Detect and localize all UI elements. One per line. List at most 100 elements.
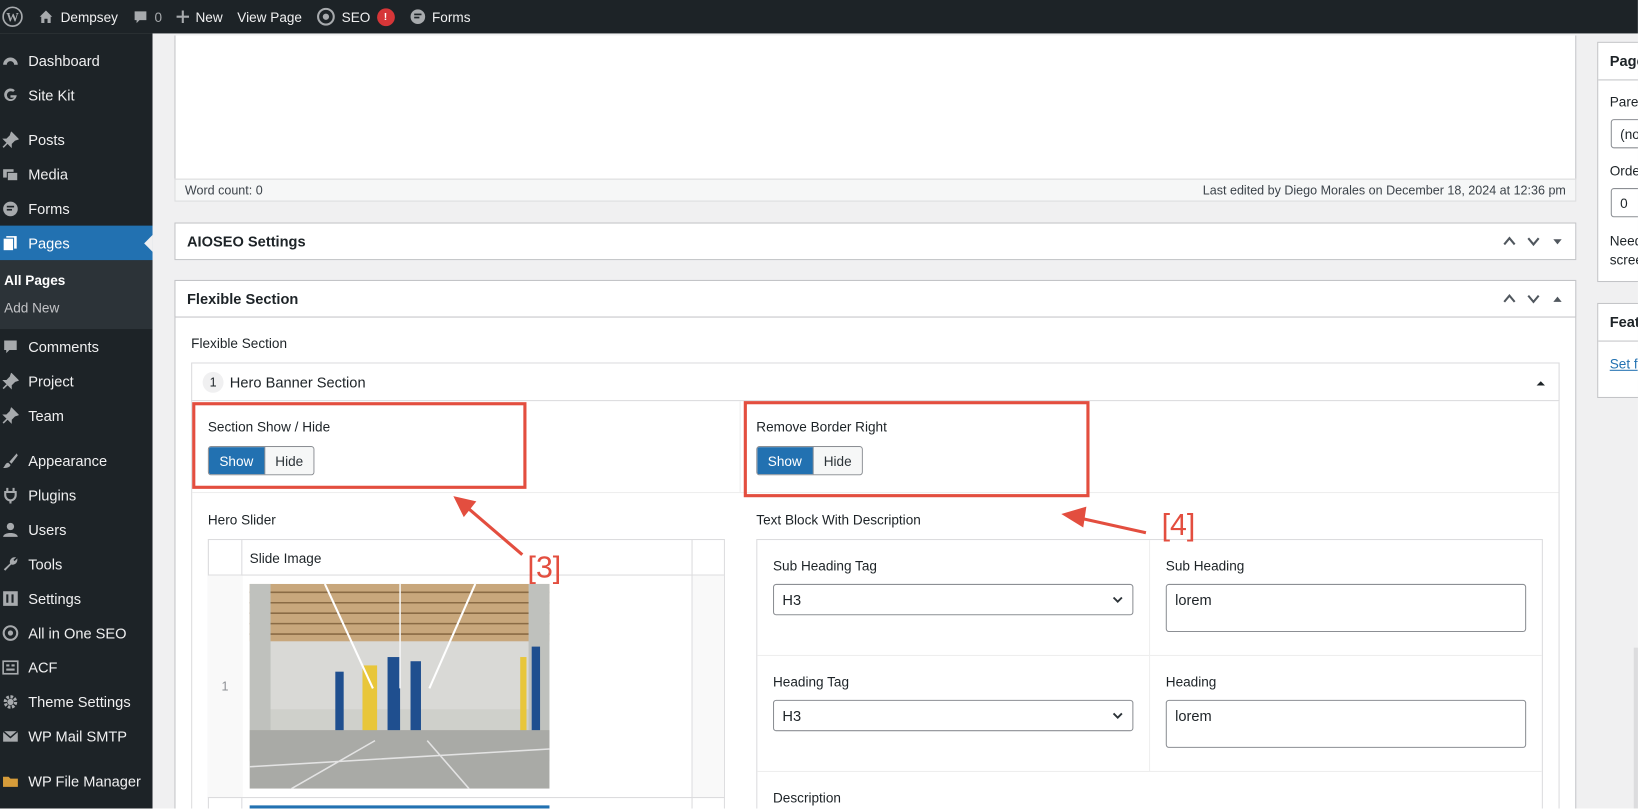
- toggle-panel-icon[interactable]: [1550, 234, 1565, 249]
- sidebar-item-comments[interactable]: Comments: [0, 329, 153, 363]
- seo-label: SEO: [341, 8, 371, 25]
- view-page-label: View Page: [237, 8, 302, 25]
- flexible-box-title: Flexible Section: [186, 290, 299, 308]
- set-featured-image-link[interactable]: Set f: [1610, 356, 1638, 372]
- collapse-layout-icon[interactable]: [1536, 378, 1546, 388]
- sidebar-item-label: Posts: [28, 131, 65, 148]
- help-text-line: Need: [1609, 232, 1638, 249]
- move-up-icon[interactable]: [1502, 291, 1517, 306]
- order-label: Orde: [1609, 162, 1638, 179]
- sidebar-item-plugins[interactable]: Plugins: [0, 477, 153, 511]
- sidebar-item-wp-mail-smtp[interactable]: WP Mail SMTP: [0, 719, 153, 753]
- repeater-row-index[interactable]: 1: [221, 679, 228, 694]
- slide-image-thumbnail[interactable]: [249, 583, 550, 789]
- heading-textarea[interactable]: lorem: [1165, 699, 1527, 748]
- comment-icon: [134, 10, 147, 23]
- flexible-section-box-header[interactable]: Flexible Section: [174, 279, 1577, 318]
- forms-icon: [2, 201, 19, 218]
- sidebar-item-label: Forms: [28, 200, 70, 217]
- submenu-add-new[interactable]: Add New: [0, 294, 153, 321]
- comment-icon: [2, 338, 19, 355]
- pin-icon: [2, 131, 19, 149]
- heading-tag-select[interactable]: H3: [773, 699, 1134, 732]
- sidebar-item-acf[interactable]: ACF: [0, 650, 153, 684]
- google-icon: [2, 87, 19, 104]
- sidebar-item-project[interactable]: Project: [0, 364, 153, 398]
- view-page-link[interactable]: View Page: [237, 0, 302, 33]
- comments-link[interactable]: 0: [133, 0, 162, 33]
- comments-count: 0: [154, 8, 163, 25]
- sidebar-item-label: Dashboard: [28, 51, 100, 69]
- dashboard-icon: [2, 52, 19, 69]
- flexible-box-controls: [1502, 291, 1565, 306]
- chevron-down-icon: [1112, 712, 1123, 719]
- sidebar-item-appearance[interactable]: Appearance: [0, 443, 153, 477]
- description-label: Description: [773, 789, 841, 806]
- sidebar-item-tools[interactable]: Tools: [0, 546, 153, 580]
- chevron-down-icon: [1112, 596, 1123, 604]
- site-name: Dempsey: [60, 8, 118, 25]
- help-text-line: scree: [1609, 251, 1638, 268]
- annotation-box-3: [192, 402, 527, 489]
- sidebar-item-label: Comments: [28, 337, 99, 355]
- order-input[interactable]: 0: [1610, 188, 1638, 218]
- site-name-link[interactable]: Dempsey: [38, 0, 118, 33]
- flexible-field-label: Flexible Section: [191, 335, 288, 351]
- submenu-all-pages[interactable]: All Pages: [0, 266, 153, 293]
- sidebar-item-label: Media: [28, 165, 69, 183]
- sub-heading-textarea[interactable]: lorem: [1165, 583, 1527, 632]
- sidebar-item-pages[interactable]: Pages: [0, 225, 153, 261]
- sidebar-item-posts[interactable]: Posts: [0, 122, 153, 156]
- hero-slider-label: Hero Slider: [207, 511, 276, 528]
- mail-icon: [2, 728, 19, 745]
- layout-order-badge[interactable]: 1: [202, 371, 224, 393]
- next-slide-thumbnail[interactable]: [249, 805, 550, 809]
- layout-header[interactable]: 1 Hero Banner Section: [191, 362, 1560, 402]
- toggle-panel-icon[interactable]: [1550, 291, 1565, 306]
- group-row-divider: [757, 770, 1542, 772]
- parent-select[interactable]: (no: [1610, 119, 1638, 149]
- sidebar-item-label: Theme Settings: [28, 693, 131, 710]
- wordpress-logo-icon[interactable]: W: [2, 0, 23, 33]
- pages-icon: [2, 235, 19, 252]
- sidebar-item-wp-file-manager[interactable]: WP File Manager: [0, 764, 153, 798]
- sidebar-item-media[interactable]: Media: [0, 157, 153, 191]
- sidebar-item-users[interactable]: Users: [0, 512, 153, 546]
- sidebar-item-label: ACF: [28, 658, 58, 676]
- seo-menu[interactable]: SEO !: [317, 0, 395, 33]
- pin-icon: [2, 372, 19, 390]
- sub-heading-value: lorem: [1175, 591, 1212, 608]
- sidebar-item-all-in-one-seo[interactable]: All in One SEO: [0, 615, 153, 649]
- aioseo-icon: [2, 625, 19, 642]
- aioseo-settings-box[interactable]: AIOSEO Settings: [174, 222, 1577, 261]
- sub-heading-tag-select[interactable]: H3: [773, 583, 1134, 616]
- sidebar-item-site-kit[interactable]: Site Kit: [0, 77, 153, 111]
- new-content-link[interactable]: New: [176, 0, 223, 33]
- move-up-icon[interactable]: [1502, 234, 1517, 249]
- sidebar-item-settings[interactable]: Settings: [0, 581, 153, 615]
- forms-menu[interactable]: Forms: [409, 0, 470, 33]
- sidebar-item-dashboard[interactable]: Dashboard: [0, 43, 153, 77]
- last-edited: Last edited by Diego Morales on December…: [1202, 182, 1566, 198]
- brush-icon: [2, 452, 19, 469]
- content-editor[interactable]: [174, 35, 1577, 180]
- repeater-actions-column: [692, 575, 724, 798]
- sidebar-item-forms[interactable]: Forms: [0, 191, 153, 225]
- parent-value: (no: [1620, 126, 1638, 143]
- page-attributes-title: Page: [1609, 52, 1638, 69]
- plug-icon: [2, 487, 19, 504]
- move-down-icon[interactable]: [1526, 234, 1541, 249]
- svg-text:W: W: [6, 10, 19, 24]
- parent-label: Pare: [1609, 94, 1638, 110]
- sidebar-item-label: WP Mail SMTP: [28, 727, 128, 745]
- scrollbar[interactable]: [1633, 647, 1638, 809]
- plus-icon: [176, 10, 190, 23]
- featured-image-box: Feat Set f: [1597, 302, 1638, 398]
- sidebar-item-team[interactable]: Team: [0, 398, 153, 432]
- sidebar-item-label: Settings: [28, 589, 82, 607]
- aioseo-box-title: AIOSEO Settings: [186, 232, 306, 250]
- pages-submenu: All Pages Add New: [0, 260, 153, 330]
- sidebar-item-theme-settings[interactable]: Theme Settings: [0, 684, 153, 718]
- aioseo-box-controls: [1502, 234, 1565, 249]
- move-down-icon[interactable]: [1526, 291, 1541, 306]
